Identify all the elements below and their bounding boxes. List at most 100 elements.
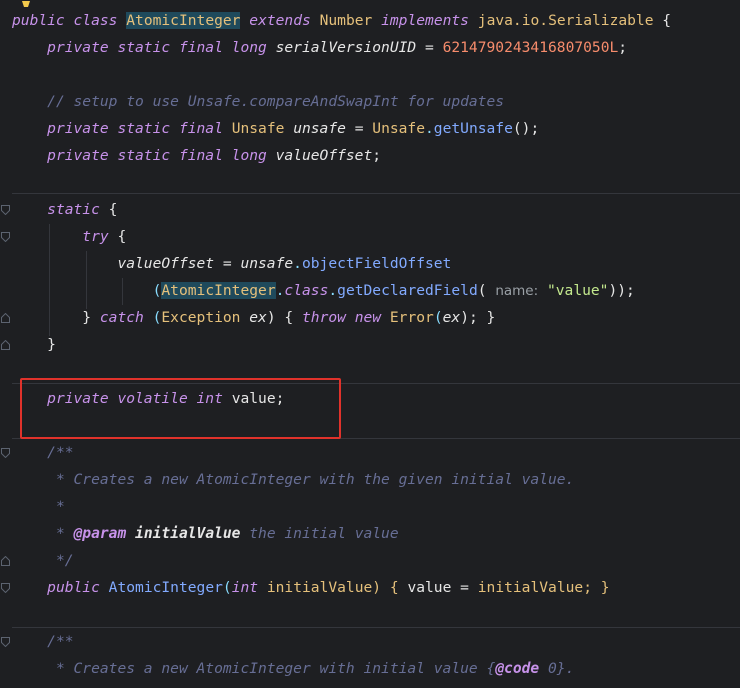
field-name[interactable]: value (407, 579, 451, 596)
field-name[interactable]: valueOffset (276, 147, 373, 164)
fold-arrow-icon[interactable] (1, 448, 10, 458)
comment: /** (47, 444, 74, 461)
method-separator (12, 193, 740, 194)
constructor-name[interactable]: AtomicInteger (109, 579, 223, 596)
parameter-reference[interactable]: initialValue (478, 579, 583, 596)
modifiers: private static final long (47, 147, 267, 164)
comment: // setup to use Unsafe.compareAndSwapInt… (47, 93, 505, 110)
punctuation: { (653, 12, 672, 29)
code-line-javadoc[interactable]: * Creates a new AtomicInteger with the g… (12, 466, 574, 493)
code-line-static-block[interactable]: static { (12, 196, 117, 223)
keyword: try (82, 228, 109, 245)
fold-arrow-icon[interactable] (1, 205, 10, 215)
fold-arrow-icon[interactable] (1, 313, 10, 323)
field-name[interactable]: valueOffset (117, 255, 214, 272)
class-reference[interactable]: Error (390, 309, 434, 326)
keyword: throw (302, 309, 346, 326)
keyword: int (231, 579, 259, 596)
modifiers: private static final long (47, 39, 267, 56)
code-line-javadoc-end[interactable]: */ (12, 547, 74, 574)
code-line-catch[interactable]: } catch (Exception ex) { throw new Error… (12, 304, 495, 331)
code-line-declared-field[interactable]: (AtomicInteger.class.getDeclaredField( n… (12, 277, 635, 304)
code-line-constructor[interactable]: public AtomicInteger(int initialValue) {… (12, 574, 610, 601)
punctuation: { (108, 228, 127, 245)
code-line-javadoc[interactable]: * (12, 493, 65, 520)
punctuation: ; (372, 147, 382, 164)
punctuation: ); } (460, 309, 496, 326)
class-reference[interactable]: Number (320, 12, 373, 29)
class-name-highlighted[interactable]: AtomicInteger (161, 282, 276, 299)
javadoc-tag: @code (495, 660, 540, 677)
punctuation: ( (222, 579, 232, 596)
punctuation: ; (618, 39, 628, 56)
field-name[interactable]: serialVersionUID (276, 39, 417, 56)
code-line-close-static[interactable]: } (12, 331, 56, 358)
fold-arrow-icon[interactable] (1, 556, 10, 566)
punctuation: } (47, 336, 56, 353)
punctuation: . (425, 120, 434, 137)
code-line-serial-version[interactable]: private static final long serialVersionU… (12, 34, 627, 61)
class-reference[interactable]: Unsafe (372, 120, 425, 137)
operator: = (451, 579, 478, 596)
code-line-assign-offset[interactable]: valueOffset = unsafe.objectFieldOffset (12, 250, 451, 277)
keyword: catch (99, 309, 144, 326)
lightbulb-icon[interactable] (20, 0, 32, 7)
punctuation: ; } (583, 579, 610, 596)
field-name[interactable]: unsafe (293, 120, 346, 137)
code-line-javadoc-start[interactable]: /** (12, 628, 74, 655)
variable[interactable]: ex (249, 309, 267, 326)
code-line-unsafe[interactable]: private static final Unsafe unsafe = Uns… (12, 115, 539, 142)
code-editor[interactable]: public class AtomicInteger extends Numbe… (0, 0, 740, 688)
variable[interactable]: ex (443, 309, 461, 326)
method-call[interactable]: getDeclaredField (337, 282, 478, 299)
comment: 0 (548, 660, 557, 677)
modifiers: private static final (47, 120, 223, 137)
comment: */ (47, 552, 74, 569)
comment: * (47, 525, 74, 542)
parameter-name[interactable]: initialValue (267, 579, 372, 596)
fold-arrow-icon[interactable] (1, 232, 10, 242)
type-name[interactable]: Unsafe (232, 120, 285, 137)
code-line-class-declaration[interactable]: public class AtomicInteger extends Numbe… (12, 7, 671, 34)
punctuation: . (328, 282, 338, 299)
comment: . (565, 660, 575, 677)
operator: = (214, 255, 241, 272)
punctuation: ( (143, 309, 162, 326)
interface-reference[interactable]: java.io.Serializable (478, 12, 654, 29)
punctuation: } (82, 309, 100, 326)
comment: * (47, 498, 65, 515)
method-call[interactable]: objectFieldOffset (302, 255, 451, 272)
parameter-hint: name: (495, 283, 539, 299)
code-line-comment[interactable]: // setup to use Unsafe.compareAndSwapInt… (12, 88, 504, 115)
keyword: new (354, 309, 382, 326)
code-line-value-offset[interactable]: private static final long valueOffset; (12, 142, 381, 169)
class-name-highlighted[interactable]: AtomicInteger (126, 12, 241, 29)
code-line-javadoc[interactable]: * Creates a new AtomicInteger with initi… (12, 655, 574, 682)
code-line-javadoc-start[interactable]: /** (12, 439, 74, 466)
punctuation: { (486, 660, 496, 677)
class-reference[interactable]: Exception (161, 309, 240, 326)
comment: /** (47, 633, 74, 650)
punctuation: ( (477, 282, 496, 299)
fold-arrow-icon[interactable] (1, 583, 10, 593)
field-name[interactable]: unsafe (240, 255, 293, 272)
code-line-javadoc-param[interactable]: * @param initialValue the initial value (12, 520, 399, 547)
code-line-try[interactable]: try { (12, 223, 126, 250)
fold-arrow-icon[interactable] (1, 340, 10, 350)
punctuation: } (556, 660, 566, 677)
keyword: class (284, 282, 329, 299)
comment: * Creates a new AtomicInteger with the g… (47, 471, 575, 488)
javadoc-param-name: initialValue (135, 525, 241, 542)
comment: the initial value (240, 525, 399, 542)
operator: = (345, 120, 373, 137)
method-separator (12, 627, 740, 628)
keyword: class (73, 12, 118, 29)
punctuation: { (99, 201, 118, 218)
keyword: public (47, 579, 100, 596)
fold-arrow-icon[interactable] (1, 637, 10, 647)
keyword: implements (381, 12, 469, 29)
comment: * Creates a new AtomicInteger with initi… (47, 660, 487, 677)
keyword: public (12, 12, 65, 29)
punctuation: . (293, 255, 302, 272)
method-call[interactable]: getUnsafe (434, 120, 513, 137)
